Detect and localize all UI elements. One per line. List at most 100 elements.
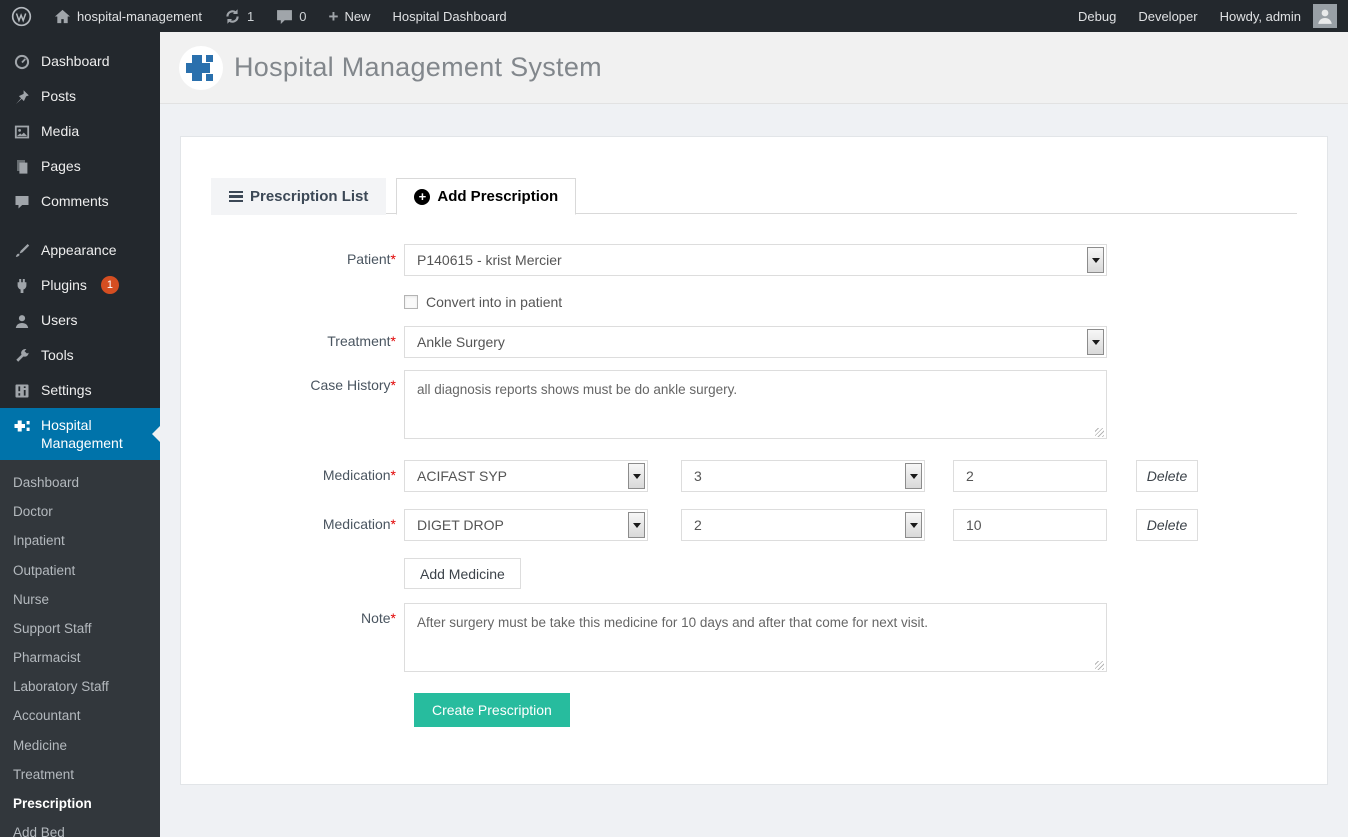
- submenu-item-dashboard[interactable]: Dashboard: [0, 469, 160, 497]
- submenu-item-doctor[interactable]: Doctor: [0, 498, 160, 526]
- sidebar-item-settings[interactable]: Settings: [0, 373, 160, 408]
- sidebar-item-tools[interactable]: Tools: [0, 338, 160, 373]
- comment-count: 0: [299, 8, 307, 24]
- sidebar-item-label: Appearance: [41, 242, 117, 258]
- hospital-dashboard-label: Hospital Dashboard: [392, 8, 507, 24]
- required-asterisk: *: [390, 333, 396, 349]
- submenu-item-support-staff[interactable]: Support Staff: [0, 615, 160, 643]
- sidebar-item-dashboard[interactable]: Dashboard: [0, 44, 160, 79]
- required-asterisk: *: [390, 251, 396, 267]
- required-asterisk: *: [390, 467, 396, 483]
- tab-label: Add Prescription: [437, 188, 559, 205]
- medicine-select[interactable]: ACIFAST SYP: [404, 460, 648, 492]
- sidebar-item-hospital-management[interactable]: Hospital Management: [0, 408, 160, 460]
- sidebar-item-posts[interactable]: Posts: [0, 79, 160, 114]
- case-history-textarea[interactable]: all diagnosis reports shows must be do a…: [404, 370, 1107, 439]
- submenu-item-nurse[interactable]: Nurse: [0, 586, 160, 614]
- prescription-panel: Prescription List + Add Prescription Pat…: [180, 136, 1328, 785]
- case-history-row: Case History* all diagnosis reports show…: [211, 370, 1297, 442]
- case-history-label: Case History*: [310, 377, 396, 393]
- note-row: Note* After surgery must be take this me…: [211, 603, 1297, 675]
- add-medicine-button[interactable]: Add Medicine: [404, 558, 521, 589]
- sidebar-item-plugins[interactable]: Plugins 1: [0, 268, 160, 303]
- plug-icon: [13, 277, 31, 295]
- submenu-item-laboratory-staff[interactable]: Laboratory Staff: [0, 673, 160, 701]
- sidebar-item-appearance[interactable]: Appearance: [0, 233, 160, 268]
- required-asterisk: *: [390, 377, 396, 393]
- admin-bar-right: Debug Developer Howdy, admin: [1067, 0, 1348, 32]
- submenu-item-add-bed[interactable]: Add Bed: [0, 819, 160, 837]
- submenu-item-pharmacist[interactable]: Pharmacist: [0, 644, 160, 672]
- dosage-select[interactable]: 2: [681, 509, 925, 541]
- dropdown-arrow-icon: [1087, 329, 1104, 355]
- submenu-item-prescription[interactable]: Prescription: [0, 790, 160, 818]
- days-input[interactable]: [953, 460, 1107, 492]
- sidebar-item-media[interactable]: Media: [0, 114, 160, 149]
- dropdown-arrow-icon: [905, 463, 922, 489]
- dropdown-arrow-icon: [905, 512, 922, 538]
- treatment-select[interactable]: Ankle Surgery: [404, 326, 1107, 358]
- required-asterisk: *: [390, 516, 396, 532]
- site-name-label: hospital-management: [77, 8, 203, 24]
- avatar: [1313, 4, 1337, 28]
- plus-icon: +: [328, 6, 339, 26]
- debug-label: Debug: [1078, 8, 1117, 24]
- site-name-link[interactable]: hospital-management: [43, 0, 213, 32]
- new-content-menu[interactable]: + New: [318, 0, 382, 32]
- submenu-item-treatment[interactable]: Treatment: [0, 761, 160, 789]
- dropdown-arrow-icon: [628, 463, 645, 489]
- patient-row: Patient* P140615 - krist Mercier: [211, 244, 1297, 276]
- medicine-select-value: ACIFAST SYP: [417, 468, 507, 484]
- hospital-cross-icon: [13, 417, 31, 435]
- wordpress-logo-menu[interactable]: [0, 0, 43, 32]
- convert-row: Convert into in patient: [211, 293, 1297, 311]
- tab-prescription-list[interactable]: Prescription List: [211, 178, 387, 215]
- required-asterisk: *: [390, 610, 396, 626]
- submenu-item-inpatient[interactable]: Inpatient: [0, 527, 160, 555]
- medicine-select[interactable]: DIGET DROP: [404, 509, 648, 541]
- sidebar-item-label: Plugins: [41, 277, 87, 293]
- sidebar-item-label: Comments: [41, 193, 109, 209]
- submenu-item-outpatient[interactable]: Outpatient: [0, 557, 160, 585]
- medication-row: Medication* DIGET DROP 2 10 Delete: [211, 509, 1297, 541]
- patient-select-value: P140615 - krist Mercier: [417, 252, 562, 268]
- sidebar-item-users[interactable]: Users: [0, 303, 160, 338]
- submenu-item-accountant[interactable]: Accountant: [0, 702, 160, 730]
- convert-checkbox[interactable]: [404, 295, 418, 309]
- developer-menu[interactable]: Developer: [1127, 0, 1208, 32]
- paintbrush-icon: [13, 242, 31, 260]
- pushpin-icon: [13, 88, 31, 106]
- pages-icon: [13, 158, 31, 176]
- note-textarea[interactable]: After surgery must be take this medicine…: [404, 603, 1107, 672]
- medicine-select-value: DIGET DROP: [417, 517, 504, 533]
- case-history-wrap: all diagnosis reports shows must be do a…: [404, 370, 1107, 442]
- days-input[interactable]: [953, 509, 1107, 541]
- patient-select[interactable]: P140615 - krist Mercier: [404, 244, 1107, 276]
- submenu-item-medicine[interactable]: Medicine: [0, 732, 160, 760]
- note-label: Note*: [360, 610, 396, 626]
- sidebar-item-pages[interactable]: Pages: [0, 149, 160, 184]
- sidebar-item-comments[interactable]: Comments: [0, 184, 160, 219]
- howdy-label: Howdy, admin: [1219, 8, 1301, 24]
- admin-bar-left: hospital-management 1 0 + New Hospital D…: [0, 0, 518, 32]
- sidebar-item-label: Hospital Management: [41, 417, 123, 451]
- delete-medication-button[interactable]: Delete: [1136, 509, 1198, 541]
- sidebar-item-label: Settings: [41, 382, 92, 398]
- hospital-dashboard-link[interactable]: Hospital Dashboard: [381, 0, 517, 32]
- treatment-label: Treatment*: [327, 333, 396, 349]
- media-icon: [13, 123, 31, 141]
- my-account-menu[interactable]: Howdy, admin: [1209, 0, 1348, 32]
- updates-menu[interactable]: 1: [213, 0, 265, 32]
- tab-add-prescription[interactable]: + Add Prescription: [396, 178, 577, 215]
- admin-sidebar: Dashboard Posts Media Pages Comments App…: [0, 32, 160, 837]
- developer-label: Developer: [1138, 8, 1198, 24]
- debug-menu[interactable]: Debug: [1067, 0, 1127, 32]
- create-prescription-button[interactable]: Create Prescription: [414, 693, 570, 727]
- dosage-select[interactable]: 3: [681, 460, 925, 492]
- delete-medication-button[interactable]: Delete: [1136, 460, 1198, 492]
- tab-label: Prescription List: [250, 188, 369, 205]
- wrench-icon: [13, 347, 31, 365]
- comments-menu[interactable]: 0: [265, 0, 317, 32]
- treatment-select-value: Ankle Surgery: [417, 334, 505, 350]
- sidebar-item-label: Tools: [41, 347, 74, 363]
